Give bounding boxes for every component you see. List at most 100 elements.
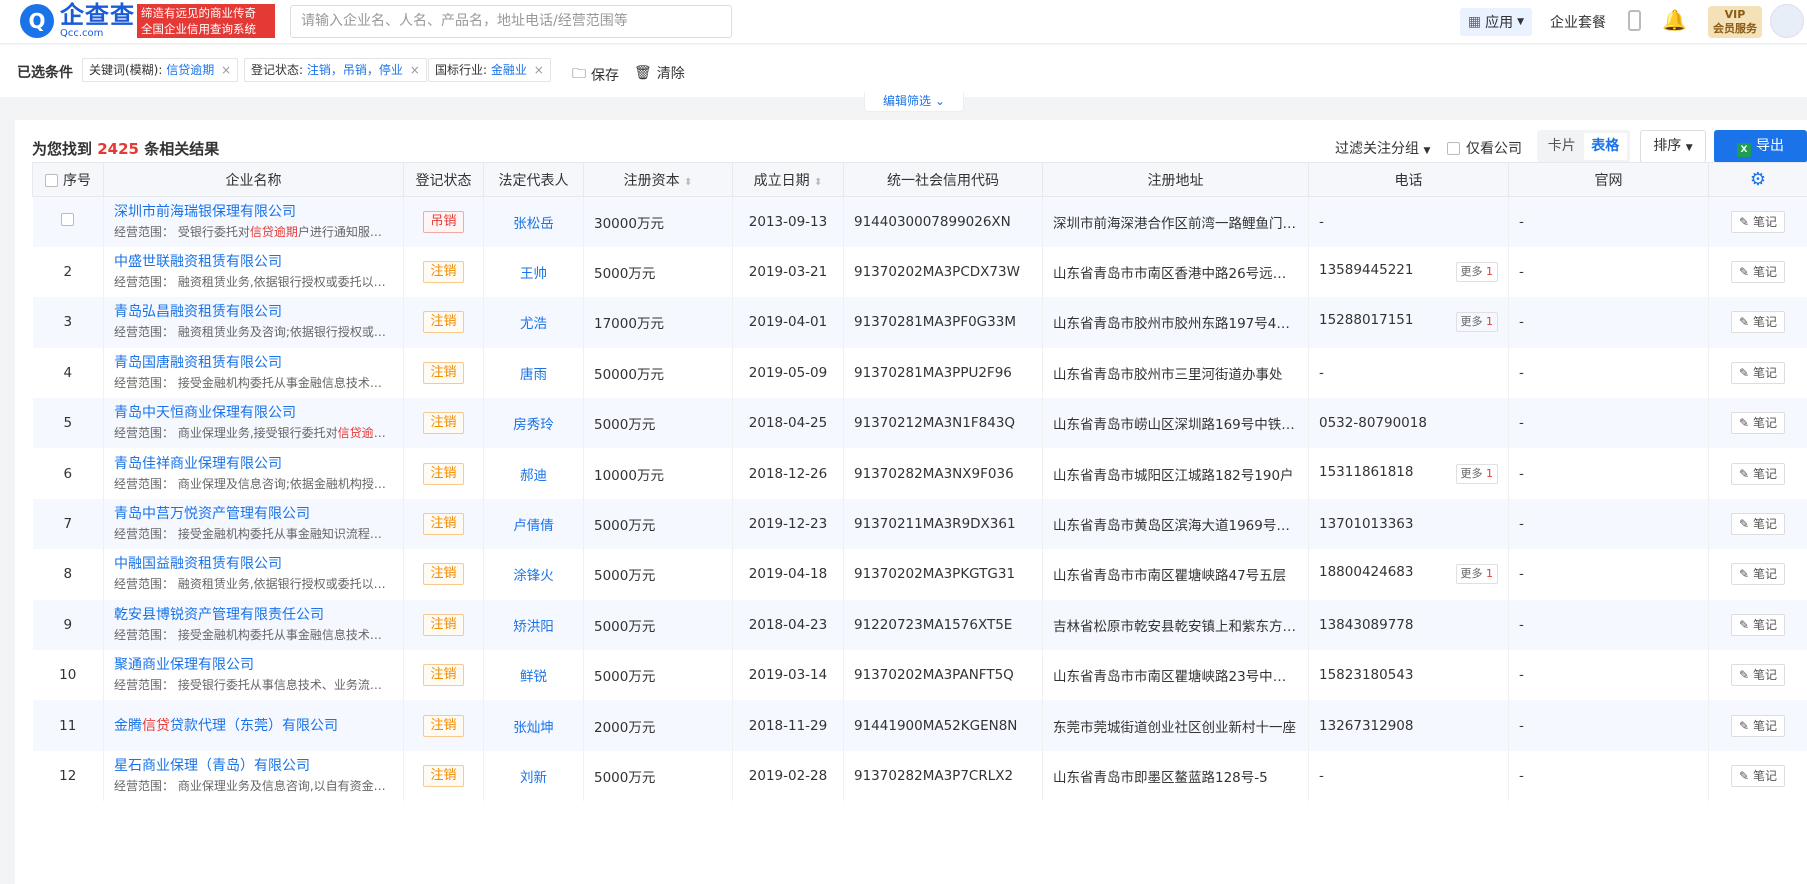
note-button[interactable]: ✎ 笔记 [1731,311,1785,334]
close-icon[interactable]: × [534,63,544,77]
more-phones-button[interactable]: 更多 1 [1455,312,1498,333]
only-company-checkbox[interactable]: 仅看公司 [1447,138,1522,158]
row-checkbox[interactable] [61,213,75,227]
table-row[interactable]: 5 青岛中天恒商业保理有限公司经营范围： 商业保理业务,接受银行委托对信贷逾期户… [32,398,1807,449]
company-name-link[interactable]: 聚通商业保理有限公司 [114,656,393,674]
table-row[interactable]: 10 聚通商业保理有限公司经营范围： 接受银行委托从事信息技术、业务流程外包服务… [32,650,1807,701]
company-cell: 星石商业保理（青岛）有限公司 经营范围： 商业保理业务及信息咨询,以自有资金对外 [103,750,404,802]
legal-rep-link[interactable]: 刘新 [520,770,547,786]
legal-rep-link[interactable]: 张松岳 [513,216,554,232]
legal-rep-link[interactable]: 涂锋火 [513,568,554,584]
company-name-link[interactable]: 中融国益融资租赁有限公司 [114,555,393,573]
note-button[interactable]: ✎ 笔记 [1731,664,1785,687]
col-date[interactable]: 成立日期 ⬍ [732,162,844,197]
col-capital[interactable]: 注册资本 ⬍ [583,162,733,197]
select-all-checkbox[interactable] [45,173,58,187]
legal-rep-link[interactable]: 卢倩倩 [513,518,554,534]
capital-cell: 5000万元 [583,549,733,600]
table-row[interactable]: 4 青岛国唐融资租赁有限公司经营范围： 接受金融机构委托从事金融信息技术外包服务… [32,347,1807,399]
status-badge: 注销 [423,311,464,334]
company-name-link[interactable]: 金腾信贷贷款代理（东莞）有限公司 [114,717,393,735]
company-name-link[interactable]: 青岛弘昌融资租赁有限公司 [114,303,393,321]
save-button[interactable]: 🗀 保存 [572,63,619,87]
note-button[interactable]: ✎ 笔记 [1731,714,1785,737]
note-button[interactable]: ✎ 笔记 [1731,261,1785,284]
table-row[interactable]: 2 中盛世联融资租赁有限公司经营范围： 融资租赁业务,依据银行授权或委托以及相关… [32,246,1807,298]
note-button[interactable]: ✎ 笔记 [1731,613,1785,636]
address-cell: 山东省青岛市胶州市三里河街道办事处 [1042,347,1309,399]
company-name-link[interactable]: 乾安县博锐资产管理有限责任公司 [114,606,393,624]
edit-filter-button[interactable]: 编辑筛选 ⌄ [864,92,964,112]
search-input[interactable]: 请输入企业名、人名、产品名，地址电话/经营范围等 [290,5,732,38]
note-button[interactable]: ✎ 笔记 [1731,210,1785,233]
credit-code-cell: 91370282MA3P7CRLX2 [843,750,1043,802]
legal-rep-link[interactable]: 矫洪阳 [513,619,554,635]
legal-rep-link[interactable]: 郝迪 [520,468,547,484]
company-name-link[interactable]: 青岛中莒万悦资产管理有限公司 [114,505,393,523]
legal-rep-link[interactable]: 房秀玲 [513,417,554,433]
website-cell: - [1508,196,1709,247]
view-card-tab[interactable]: 卡片 [1540,133,1584,160]
mobile-icon[interactable] [1628,10,1641,31]
enterprise-package-link[interactable]: 企业套餐 [1550,12,1606,32]
note-button[interactable]: ✎ 笔记 [1731,764,1785,787]
company-name-link[interactable]: 青岛佳祥商业保理有限公司 [114,455,393,473]
table-row[interactable]: 9 乾安县博锐资产管理有限责任公司 经营范围： 接受金融机构委托从事金融信息技术外… [32,599,1807,651]
legal-rep-link[interactable]: 尤浩 [520,316,547,332]
legal-rep-link[interactable]: 鲜锐 [520,669,547,685]
legal-rep-link[interactable]: 张灿坤 [513,720,554,736]
note-button[interactable]: ✎ 笔记 [1731,361,1785,384]
phone-cell: 15823180543 [1308,650,1509,701]
apps-menu-button[interactable]: ▦ 应用 ▼ [1460,8,1532,36]
note-button[interactable]: ✎ 笔记 [1731,563,1785,586]
filter-chip-keyword[interactable]: 关键词(模糊): 信贷逾期 × [82,58,239,82]
group-filter-dropdown[interactable]: 过滤关注分组 ▼ [1335,138,1430,158]
logo[interactable]: Q 企查查 Qcc.com [20,3,135,39]
sort-icon[interactable]: ⬍ [814,177,822,188]
business-scope: 经营范围： 商业保理业务,接受银行委托对信贷逾期户进行通知 [114,426,393,441]
date-cell: 2019-12-23 [732,498,844,550]
legal-rep-link[interactable]: 唐雨 [520,367,547,383]
trash-icon: 🗑 [634,65,652,81]
export-button[interactable]: X 导出 [1714,130,1807,163]
table-row[interactable]: 8 中融国益融资租赁有限公司经营范围： 融资租赁业务,依据银行授权或委托以及相关… [32,549,1807,600]
note-button[interactable]: ✎ 笔记 [1731,412,1785,435]
table-row[interactable]: 11 金腾信贷贷款代理（东莞）有限公司 注销 张灿坤 2000万元 2018-1… [32,700,1807,751]
sort-dropdown[interactable]: 排序 ▼ [1640,130,1706,163]
clear-button[interactable]: 🗑 清除 [634,63,685,83]
view-table-tab[interactable]: 表格 [1583,133,1627,160]
avatar[interactable] [1770,4,1804,38]
close-icon[interactable]: × [410,63,420,77]
table-row[interactable]: 12 星石商业保理（青岛）有限公司 经营范围： 商业保理业务及信息咨询,以自有资金… [32,750,1807,802]
table-row[interactable]: 深圳市前海瑞银保理有限公司 经营范围： 受银行委托对信贷逾期户进行通知服务； 吊销… [32,196,1807,247]
status-badge: 注销 [423,462,464,485]
more-phones-button[interactable]: 更多 1 [1455,564,1498,585]
gear-icon[interactable]: ⚙ [1750,169,1766,190]
date-cell: 2019-03-14 [732,650,844,701]
business-scope: 经营范围： 商业保理业务及信息咨询,以自有资金对外 [114,778,393,793]
website-cell: - [1508,599,1709,651]
vip-button[interactable]: VIP 会员服务 [1708,6,1762,38]
folder-icon: 🗀 [572,66,586,82]
table-row[interactable]: 7 青岛中莒万悦资产管理有限公司 经营范围： 接受金融机构委托从事金融知识流程外包… [32,498,1807,550]
company-name-link[interactable]: 星石商业保理（青岛）有限公司 [114,757,393,775]
company-name-link[interactable]: 青岛国唐融资租赁有限公司 [114,354,393,372]
filter-chip-industry[interactable]: 国标行业: 金融业 × [428,58,551,82]
note-button[interactable]: ✎ 笔记 [1731,462,1785,485]
company-name-link[interactable]: 深圳市前海瑞银保理有限公司 [114,203,393,221]
checkbox[interactable] [1447,141,1460,155]
close-icon[interactable]: × [221,63,231,77]
legal-rep-link[interactable]: 王帅 [520,266,547,282]
col-settings[interactable]: ⚙ [1708,162,1807,197]
sort-icon[interactable]: ⬍ [684,177,692,188]
table-row[interactable]: 6 青岛佳祥商业保理有限公司经营范围： 商业保理及信息咨询;依据金融机构授权或委… [32,448,1807,499]
table-row[interactable]: 3 青岛弘昌融资租赁有限公司 经营范围： 融资租赁业务及咨询;依据银行授权或委托 … [32,297,1807,348]
company-name-link[interactable]: 青岛中天恒商业保理有限公司 [114,404,393,422]
more-phones-button[interactable]: 更多 1 [1455,262,1498,283]
more-phones-button[interactable]: 更多 1 [1455,463,1498,484]
company-name-link[interactable]: 中盛世联融资租赁有限公司 [114,253,393,271]
filter-chip-status[interactable]: 登记状态: 注销，吊销，停业 × [244,58,427,82]
note-button[interactable]: ✎ 笔记 [1731,513,1785,536]
bell-icon[interactable]: 🔔 [1662,8,1687,32]
row-index: 12 [59,767,77,784]
